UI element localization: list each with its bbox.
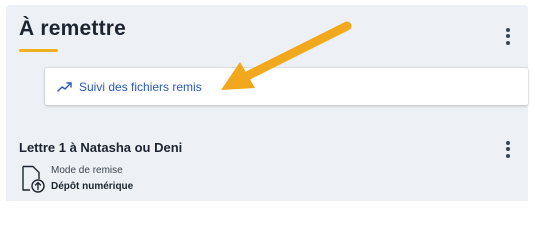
page-title: À remettre [19,17,127,40]
delivery-mode-label: Mode de remise [51,165,123,176]
to-submit-panel: À remettre Suivi des fichiers remis Lett… [6,5,528,201]
trend-line-icon [57,82,72,92]
menu-item-label: Suivi des fichiers remis [79,80,202,94]
title-underline [19,49,58,52]
file-upload-icon [22,165,45,193]
delivery-mode-value: Dépôt numérique [51,181,134,192]
assignment-more-options-icon[interactable] [501,139,515,159]
options-dropdown-menu: Suivi des fichiers remis [45,68,528,105]
section-more-options-icon[interactable] [501,26,515,46]
assignment-title[interactable]: Lettre 1 à Natasha ou Deni [19,140,182,155]
menu-item-file-tracking[interactable]: Suivi des fichiers remis [57,77,202,97]
